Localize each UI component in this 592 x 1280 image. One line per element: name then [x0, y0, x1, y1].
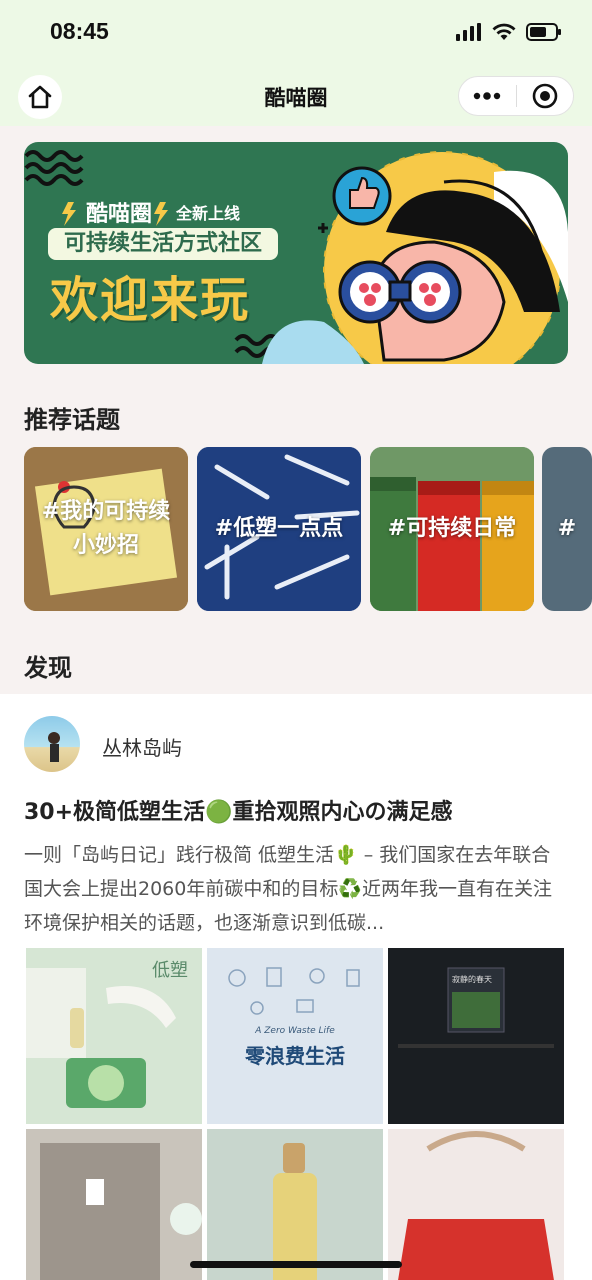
author-name[interactable]: 丛林岛屿 — [102, 732, 182, 761]
image-caption: 寂静的春天 — [452, 975, 492, 984]
banner-brand: 酷喵圈 — [86, 202, 153, 227]
post-image[interactable]: A Zero Waste Life 零浪费生活 — [207, 948, 383, 1124]
tote-bag-image — [388, 1129, 564, 1280]
nav-bar: 酷喵圈 — [0, 66, 592, 126]
post-image[interactable] — [26, 1129, 202, 1280]
wifi-icon — [492, 23, 516, 40]
fridge-image — [26, 1129, 202, 1280]
post-image[interactable]: 寂静的春天 — [388, 948, 564, 1124]
post-excerpt[interactable]: 一则「岛屿日记」践行极简 低塑生活🌵 – 我们国家在去年联合国大会上提出2060… — [24, 838, 564, 940]
target-close-icon — [532, 83, 558, 109]
banner-tag: 全新上线 — [176, 204, 241, 223]
image-caption: 低塑 — [152, 960, 188, 981]
topics-carousel[interactable]: #我的可持续 小妙招 #低塑一点点 #可持续日常 # — [24, 447, 592, 611]
topic-label-line1: #我的可持续 — [41, 499, 171, 524]
serum-bottle-image — [207, 1129, 383, 1280]
topic-card-daily[interactable]: #可持续日常 — [370, 447, 534, 611]
status-icons — [456, 20, 562, 44]
topic-card-tips[interactable]: #我的可持续 小妙招 — [24, 447, 188, 611]
topic-label: #我的可持续 小妙招 — [36, 495, 176, 563]
topic-card-more[interactable]: # — [542, 447, 592, 611]
image-caption: 零浪费生活 — [245, 1044, 345, 1068]
more-dots-icon — [474, 92, 501, 100]
status-time: 08:45 — [50, 18, 109, 44]
topic-label-line2: 小妙招 — [72, 533, 139, 558]
post-image[interactable] — [207, 1129, 383, 1280]
post-title[interactable]: 30+极简低塑生活🟢重拾观照内心の满足感 — [24, 794, 452, 826]
mini-program-capsule — [458, 76, 574, 116]
topic-label: #低塑一点点 — [214, 516, 344, 541]
signal-icon — [456, 23, 481, 41]
post-card[interactable]: 丛林岛屿 30+极简低塑生活🟢重拾观照内心の满足感 一则「岛屿日记」践行极简 低… — [0, 694, 592, 1280]
post-image[interactable] — [388, 1129, 564, 1280]
battery-icon — [526, 23, 561, 41]
banner-headline: 欢迎来玩 — [50, 272, 251, 328]
home-indicator — [190, 1261, 402, 1268]
discover-section-title: 发现 — [24, 654, 72, 682]
banner-subtitle: 可持续生活方式社区 — [48, 228, 279, 260]
topic-card-low-plastic[interactable]: #低塑一点点 — [197, 447, 361, 611]
post-image[interactable]: 低塑 — [26, 948, 202, 1124]
more-button[interactable] — [459, 76, 516, 116]
welcome-banner[interactable]: 酷喵圈 全新上线 可持续生活方式社区 欢迎来玩 — [24, 142, 568, 364]
avatar-image — [48, 732, 60, 762]
status-bar: 08:45 — [0, 0, 592, 66]
topic-label: #可持续日常 — [387, 516, 517, 541]
close-button[interactable] — [516, 76, 573, 116]
author-avatar[interactable] — [24, 716, 80, 772]
image-subtitle: A Zero Waste Life — [255, 1026, 335, 1036]
zero-waste-cover-image — [207, 948, 383, 1124]
topic-label: # — [557, 516, 577, 541]
topics-section-title: 推荐话题 — [24, 406, 120, 434]
